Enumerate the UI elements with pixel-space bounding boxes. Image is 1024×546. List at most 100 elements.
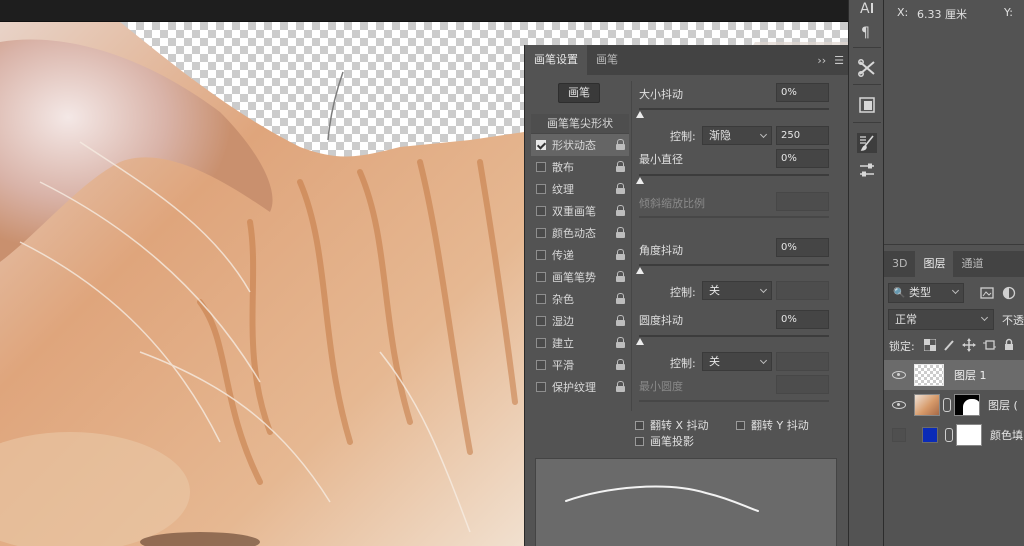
tab-brush-settings[interactable]: 画笔设置	[525, 45, 587, 75]
brush-pose-checkbox[interactable]	[536, 272, 546, 282]
brushes-button[interactable]: 画笔	[558, 83, 600, 103]
min-diameter-field[interactable]: 0%	[776, 149, 829, 168]
layer-mask-thumbnail[interactable]	[954, 394, 980, 416]
brush-tip-shape-header[interactable]: 画笔笔尖形状	[531, 114, 629, 134]
protect-texture-checkbox[interactable]	[536, 382, 546, 392]
texture-checkbox[interactable]	[536, 184, 546, 194]
angle-jitter-slider-thumb[interactable]	[636, 267, 644, 274]
roundness-jitter-field[interactable]: 0%	[776, 310, 829, 329]
collapse-panel-icon[interactable]: ››	[817, 54, 826, 67]
roundness-control-field	[776, 352, 829, 371]
layer-filter-select[interactable]: 🔍 类型	[888, 283, 964, 303]
size-jitter-field[interactable]: 0%	[776, 83, 829, 102]
option-color-dynamics[interactable]: 颜色动态	[531, 222, 629, 244]
layer-mask-thumbnail[interactable]	[956, 424, 982, 446]
tab-channels[interactable]: 通道	[953, 251, 991, 277]
lock-icon[interactable]	[616, 337, 625, 348]
option-shape-dynamics[interactable]: 形状动态	[531, 134, 629, 156]
adjustment-filter-icon[interactable]	[1002, 286, 1016, 300]
color-dynamics-checkbox[interactable]	[536, 228, 546, 238]
tilt-scale-field	[776, 192, 829, 211]
angle-jitter-field[interactable]: 0%	[776, 238, 829, 257]
dual-brush-checkbox[interactable]	[536, 206, 546, 216]
lock-icon[interactable]	[616, 205, 625, 216]
chevron-down-icon	[951, 286, 960, 295]
option-smoothing[interactable]: 平滑	[531, 354, 629, 376]
min-roundness-label: 最小圆度	[639, 380, 683, 393]
angle-jitter-label: 角度抖动	[639, 244, 683, 257]
lock-position-icon[interactable]	[962, 338, 976, 352]
layer-row-2[interactable]: 图层 (	[884, 390, 1024, 420]
lock-icon[interactable]	[616, 139, 625, 150]
option-wet-edges[interactable]: 湿边	[531, 310, 629, 332]
tool-presets-icon[interactable]	[857, 58, 877, 78]
tilt-scale-slider	[639, 216, 829, 218]
character-icon[interactable]: A	[857, 0, 877, 20]
search-icon: 🔍	[893, 288, 906, 299]
roundness-jitter-slider[interactable]	[639, 335, 829, 337]
option-transfer[interactable]: 传递	[531, 244, 629, 266]
scattering-checkbox[interactable]	[536, 162, 546, 172]
lock-all-icon[interactable]	[1004, 338, 1014, 351]
svg-text:A: A	[860, 1, 870, 17]
option-brush-pose[interactable]: 画笔笔势	[531, 266, 629, 288]
link-chain-icon[interactable]	[945, 428, 953, 442]
size-jitter-slider-thumb[interactable]	[636, 111, 644, 118]
angle-control-select[interactable]: 关	[702, 281, 772, 300]
clone-source-icon[interactable]	[857, 95, 877, 115]
fill-color-swatch[interactable]	[922, 427, 938, 443]
flip-x-jitter-checkbox[interactable]: 翻转 X 抖动	[635, 417, 709, 433]
lock-image-pixels-icon[interactable]	[943, 339, 955, 351]
build-up-checkbox[interactable]	[536, 338, 546, 348]
fade-steps-field[interactable]: 250	[776, 126, 829, 145]
roundness-jitter-slider-thumb[interactable]	[636, 338, 644, 345]
lock-icon[interactable]	[616, 381, 625, 392]
image-filter-icon[interactable]	[980, 286, 994, 300]
blend-mode-select[interactable]: 正常	[888, 309, 994, 330]
wet-edges-checkbox[interactable]	[536, 316, 546, 326]
lock-icon[interactable]	[616, 271, 625, 282]
link-chain-icon[interactable]	[943, 398, 951, 412]
visibility-eye-icon[interactable]	[892, 371, 906, 379]
lock-icon[interactable]	[616, 161, 625, 172]
option-protect-texture[interactable]: 保护纹理	[531, 376, 629, 398]
brush-projection-checkbox[interactable]: 画笔投影	[635, 433, 694, 449]
lock-artboard-icon[interactable]	[983, 339, 996, 351]
option-build-up[interactable]: 建立	[531, 332, 629, 354]
tab-3d[interactable]: 3D	[884, 251, 915, 277]
min-diameter-slider-thumb[interactable]	[636, 177, 644, 184]
size-jitter-slider[interactable]	[639, 108, 829, 110]
tab-brushes[interactable]: 画笔	[587, 45, 627, 75]
lock-icon[interactable]	[616, 249, 625, 260]
angle-jitter-slider[interactable]	[639, 264, 829, 266]
roundness-control-select[interactable]: 关	[702, 352, 772, 371]
paragraph-icon[interactable]: ¶	[857, 22, 877, 42]
layer-row-1[interactable]: 图层 1	[884, 360, 1024, 390]
visibility-toggle-off[interactable]	[892, 428, 906, 442]
lock-icon[interactable]	[616, 359, 625, 370]
panel-menu-icon[interactable]: ☰	[834, 54, 844, 67]
lock-icon[interactable]	[616, 227, 625, 238]
brushes-preset-icon[interactable]	[857, 160, 877, 180]
visibility-eye-icon[interactable]	[892, 401, 906, 409]
lock-icon[interactable]	[616, 293, 625, 304]
noise-checkbox[interactable]	[536, 294, 546, 304]
flip-y-jitter-checkbox[interactable]: 翻转 Y 抖动	[736, 417, 809, 433]
smoothing-checkbox[interactable]	[536, 360, 546, 370]
option-texture[interactable]: 纹理	[531, 178, 629, 200]
tab-layers[interactable]: 图层	[915, 251, 954, 277]
brush-settings-icon[interactable]	[857, 133, 877, 153]
layer-row-3[interactable]: 颜色填	[884, 420, 1024, 450]
option-noise[interactable]: 杂色	[531, 288, 629, 310]
min-diameter-slider[interactable]	[639, 174, 829, 176]
size-control-select[interactable]: 渐隐	[702, 126, 772, 145]
opacity-label: 不透	[1002, 314, 1024, 327]
shape-dynamics-checkbox[interactable]	[536, 140, 546, 150]
angle-control-field	[776, 281, 829, 300]
option-scattering[interactable]: 散布	[531, 156, 629, 178]
lock-transparent-pixels-icon[interactable]	[924, 339, 936, 351]
lock-icon[interactable]	[616, 315, 625, 326]
lock-icon[interactable]	[616, 183, 625, 194]
transfer-checkbox[interactable]	[536, 250, 546, 260]
option-dual-brush[interactable]: 双重画笔	[531, 200, 629, 222]
